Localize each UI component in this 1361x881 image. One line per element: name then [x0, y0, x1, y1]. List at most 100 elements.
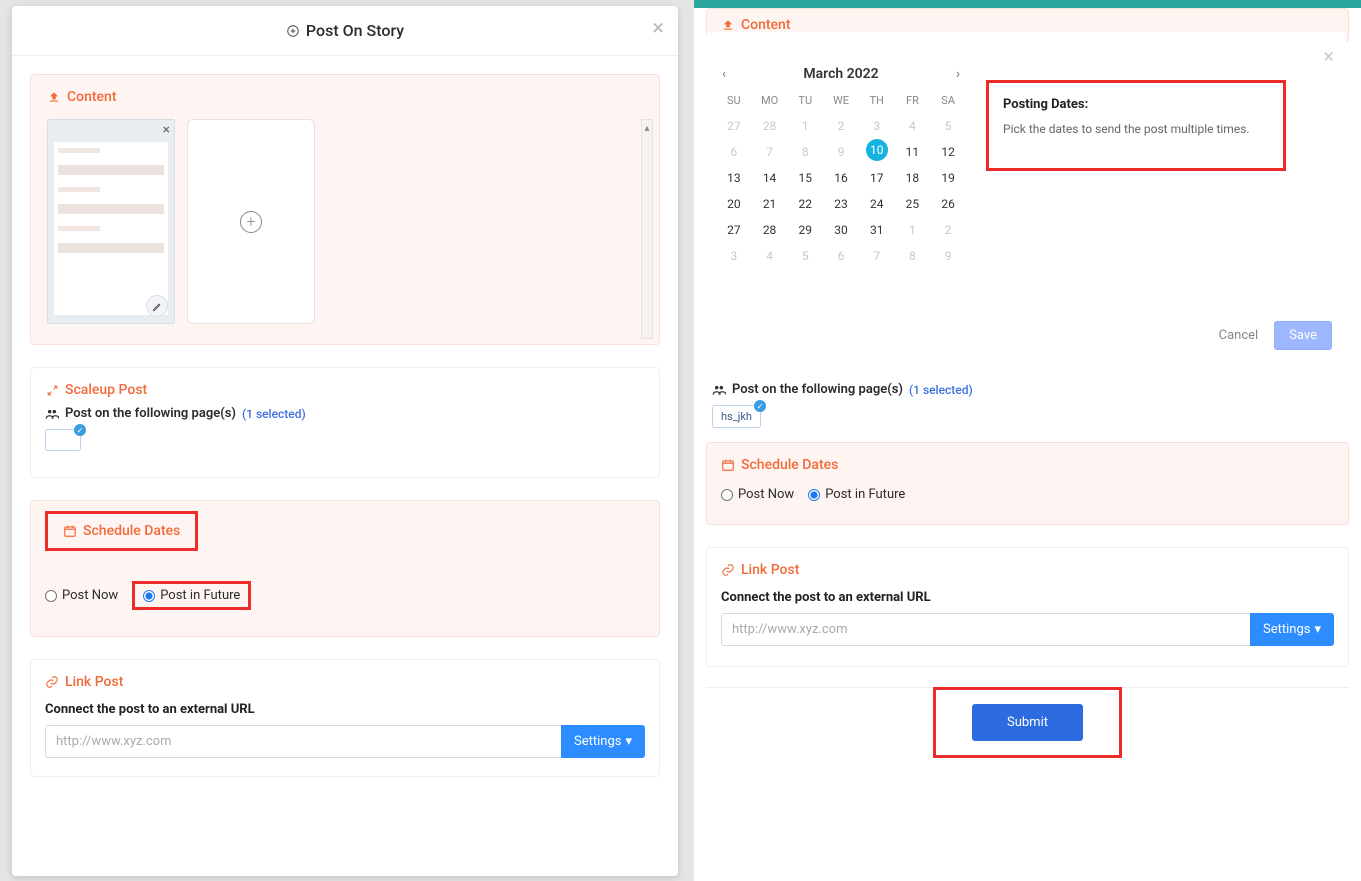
- content-heading-right: Content: [721, 17, 1334, 33]
- day-cell[interactable]: 4: [895, 113, 931, 139]
- day-cell[interactable]: 20: [716, 191, 752, 217]
- post-future-label: Post in Future: [160, 588, 240, 603]
- close-icon[interactable]: ×: [652, 18, 664, 40]
- post-future-radio-right[interactable]: [808, 489, 820, 501]
- post-now-label: Post Now: [62, 588, 118, 603]
- edit-media-icon[interactable]: [146, 295, 168, 317]
- modal-title: Post On Story: [286, 21, 404, 40]
- upload-icon: [47, 90, 61, 104]
- expand-icon: [45, 383, 59, 397]
- calendar-dow: SUMOTUWETHFRSA: [716, 94, 966, 107]
- day-cell[interactable]: 4: [752, 243, 788, 269]
- schedule-radio-row: Post Now Post in Future: [45, 581, 645, 610]
- post-future-option[interactable]: Post in Future: [143, 588, 240, 603]
- day-cell[interactable]: 9: [823, 139, 859, 165]
- infobox-title: Posting Dates:: [1003, 97, 1269, 112]
- day-cell[interactable]: 11: [895, 139, 931, 165]
- dow-cell: SA: [930, 94, 966, 107]
- day-cell[interactable]: 19: [930, 165, 966, 191]
- next-month-icon[interactable]: ›: [956, 67, 960, 82]
- check-icon: ✓: [754, 400, 766, 412]
- day-cell[interactable]: 2: [823, 113, 859, 139]
- day-cell[interactable]: 3: [859, 113, 895, 139]
- day-cell[interactable]: 16: [823, 165, 859, 191]
- remove-media-icon[interactable]: ×: [163, 122, 170, 138]
- settings-button[interactable]: Settings ▾: [561, 725, 645, 758]
- submit-button[interactable]: Submit: [972, 704, 1083, 741]
- day-cell[interactable]: 31: [859, 217, 895, 243]
- day-cell[interactable]: 23: [823, 191, 859, 217]
- post-future-option-right[interactable]: Post in Future: [808, 487, 905, 502]
- prev-month-icon[interactable]: ‹: [722, 67, 726, 82]
- day-cell[interactable]: 30: [823, 217, 859, 243]
- day-cell[interactable]: 14: [752, 165, 788, 191]
- post-now-option[interactable]: Post Now: [45, 588, 118, 603]
- day-cell[interactable]: 6: [823, 243, 859, 269]
- url-input-right[interactable]: [721, 613, 1250, 646]
- modal-header: Post On Story ×: [12, 6, 678, 56]
- day-cell[interactable]: 8: [895, 243, 931, 269]
- linkpost-heading-right: Link Post: [721, 562, 1334, 578]
- content-title: Content: [67, 89, 117, 105]
- cancel-button[interactable]: Cancel: [1219, 328, 1259, 343]
- day-cell[interactable]: 28: [752, 113, 788, 139]
- day-cell[interactable]: 3: [716, 243, 752, 269]
- day-cell[interactable]: 22: [787, 191, 823, 217]
- page-chip-right[interactable]: hs_jkh ✓: [712, 405, 761, 428]
- save-button[interactable]: Save: [1274, 321, 1332, 350]
- url-input[interactable]: [45, 725, 561, 758]
- day-cell[interactable]: 7: [859, 243, 895, 269]
- day-cell[interactable]: 1: [787, 113, 823, 139]
- day-cell[interactable]: 7: [752, 139, 788, 165]
- day-cell[interactable]: 8: [787, 139, 823, 165]
- right-panel: Content × ‹ March 2022 › SUMOTUWETHFRSA …: [694, 0, 1361, 881]
- day-cell[interactable]: 27: [716, 113, 752, 139]
- schedule-heading-right: Schedule Dates: [721, 457, 1334, 473]
- day-cell[interactable]: 28: [752, 217, 788, 243]
- day-cell[interactable]: 1: [895, 217, 931, 243]
- highlight-submit: Submit: [933, 687, 1122, 758]
- day-cell[interactable]: 9: [930, 243, 966, 269]
- day-cell[interactable]: 25: [895, 191, 931, 217]
- page-chip[interactable]: ✓: [45, 429, 81, 451]
- post-future-radio[interactable]: [143, 590, 155, 602]
- schedule-heading: Schedule Dates: [51, 517, 192, 545]
- scroll-up-icon[interactable]: ▴: [642, 120, 652, 136]
- calendar-popover: × ‹ March 2022 › SUMOTUWETHFRSA 27281234…: [706, 32, 1346, 362]
- day-cell[interactable]: 6: [716, 139, 752, 165]
- day-cell[interactable]: 5: [930, 113, 966, 139]
- post-now-radio[interactable]: [45, 590, 57, 602]
- add-media-box[interactable]: +: [187, 119, 315, 324]
- day-cell[interactable]: 2: [930, 217, 966, 243]
- scaleup-heading: Scaleup Post: [45, 382, 645, 398]
- calendar-month: March 2022: [803, 66, 878, 82]
- schedule-radio-row-right: Post Now Post in Future: [721, 487, 1334, 502]
- day-cell[interactable]: 21: [752, 191, 788, 217]
- day-cell[interactable]: 5: [787, 243, 823, 269]
- calendar-footer: Cancel Save: [1219, 321, 1332, 350]
- users-icon: [712, 383, 726, 397]
- settings-button-right[interactable]: Settings ▾: [1250, 613, 1334, 646]
- post-now-option-right[interactable]: Post Now: [721, 487, 794, 502]
- day-cell[interactable]: 10: [866, 139, 888, 161]
- day-cell[interactable]: 18: [895, 165, 931, 191]
- day-cell[interactable]: 12: [930, 139, 966, 165]
- calendar-header: ‹ March 2022 ›: [716, 66, 966, 82]
- right-lower: Post on the following page(s) (1 selecte…: [706, 370, 1349, 757]
- modal-title-text: Post On Story: [306, 21, 404, 40]
- day-cell[interactable]: 13: [716, 165, 752, 191]
- day-cell[interactable]: 29: [787, 217, 823, 243]
- day-cell[interactable]: 24: [859, 191, 895, 217]
- close-icon[interactable]: ×: [1323, 44, 1334, 68]
- day-cell[interactable]: 15: [787, 165, 823, 191]
- content-heading: Content: [47, 89, 643, 105]
- media-scrollbar[interactable]: ▴: [641, 119, 653, 339]
- dow-cell: MO: [752, 94, 788, 107]
- schedule-section: Schedule Dates Post Now Post in Future: [30, 500, 660, 637]
- day-cell[interactable]: 17: [859, 165, 895, 191]
- post-now-radio-right[interactable]: [721, 489, 733, 501]
- media-thumbnail[interactable]: ×: [47, 119, 175, 324]
- linkpost-sublabel-right: Connect the post to an external URL: [721, 590, 1334, 605]
- day-cell[interactable]: 27: [716, 217, 752, 243]
- day-cell[interactable]: 26: [930, 191, 966, 217]
